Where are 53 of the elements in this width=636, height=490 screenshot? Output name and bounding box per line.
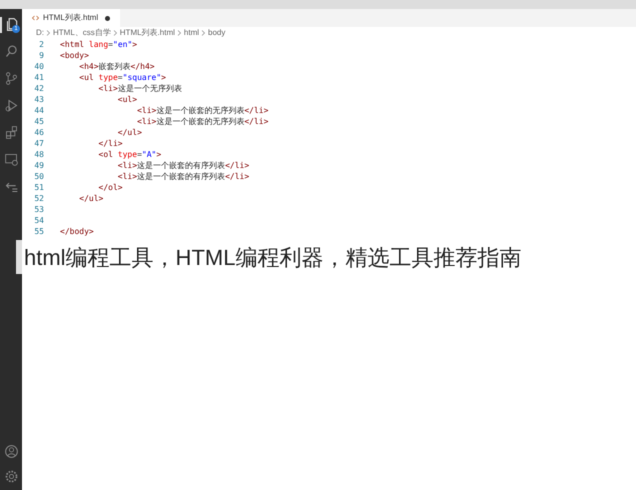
chevron-icon <box>201 30 206 36</box>
line-number: 45 <box>33 116 45 127</box>
chevron-icon <box>112 30 118 36</box>
code-line: </li> <box>98 138 123 149</box>
line-number: 52 <box>33 193 45 204</box>
code-line: </ul> <box>116 127 142 138</box>
code-line: <li>这是一个嵌套的无序列表</li> <box>136 116 268 127</box>
line-number: 42 <box>33 83 45 94</box>
code-line: <li>这是一个嵌套的有序列表</li> <box>116 160 250 171</box>
line-number: 9 <box>38 50 45 61</box>
line-number: 51 <box>33 182 45 193</box>
breadcrumb-item[interactable]: D: <box>36 27 44 39</box>
breadcrumb-item[interactable]: body <box>208 27 226 39</box>
breadcrumb-item[interactable]: html <box>184 27 200 39</box>
settings-icon[interactable] <box>4 469 18 484</box>
line-number: 46 <box>33 127 45 138</box>
breadcrumb-item[interactable]: HTML列表.html <box>120 27 175 39</box>
code-line: <ul type="square"> <box>78 72 166 83</box>
code-line: </body> <box>59 226 94 237</box>
code-line: <html lang="en"> <box>59 39 138 50</box>
code-line: <li>这是一个无序列表 <box>98 83 182 94</box>
blocks-icon[interactable] <box>4 125 18 140</box>
line-number: 47 <box>33 138 45 149</box>
line-number: 53 <box>33 204 45 215</box>
line-number: 55 <box>33 226 45 237</box>
branch-icon[interactable] <box>4 71 18 86</box>
code-line: </ol> <box>98 182 123 193</box>
line-number: 49 <box>33 160 45 171</box>
play-bug-icon[interactable] <box>4 98 18 113</box>
code-file-icon <box>32 15 39 21</box>
line-number: 50 <box>33 171 45 182</box>
line-number: 44 <box>33 105 45 116</box>
line-number: 54 <box>33 215 45 226</box>
chevron-icon <box>176 30 182 36</box>
account-icon[interactable] <box>4 444 18 459</box>
code-line: <li>这是一个嵌套的有序列表</li> <box>116 171 250 182</box>
line-number: 2 <box>38 39 45 50</box>
line-number: 48 <box>33 149 45 160</box>
code-line: <h4>嵌套列表</h4> <box>78 61 155 72</box>
code-line: <body> <box>59 50 89 61</box>
chevron-icon <box>46 30 51 36</box>
code-line: <li>这是一个嵌套的无序列表</li> <box>136 105 268 116</box>
search-icon[interactable] <box>4 44 18 59</box>
code-line: </ul> <box>78 193 104 204</box>
line-number: 41 <box>33 72 45 83</box>
files-icon[interactable] <box>4 17 20 32</box>
editor-tab[interactable]: HTML列表.html <box>22 9 120 27</box>
code-line: <ol type="A"> <box>98 149 162 160</box>
monitor-icon[interactable] <box>4 152 18 167</box>
code-line: <ul> <box>116 94 138 105</box>
line-number: 40 <box>33 61 45 72</box>
breadcrumb-item[interactable]: HTML、css自学 <box>53 27 111 39</box>
line-number: 43 <box>33 94 45 105</box>
